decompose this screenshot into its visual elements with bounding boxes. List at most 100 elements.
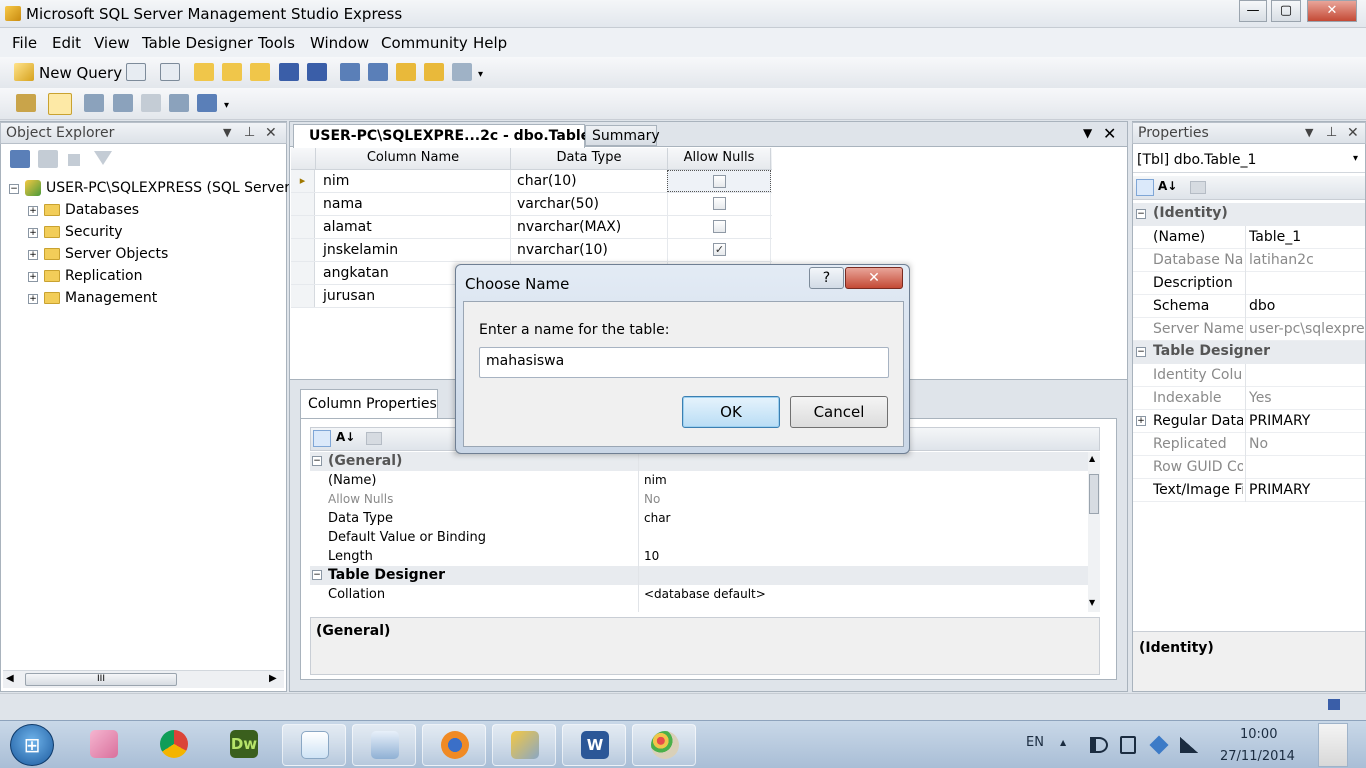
menu-tools[interactable]: Tools	[258, 34, 295, 52]
new-project-icon[interactable]	[160, 63, 180, 81]
property-row[interactable]: Server Name user-pc\sqlexpres	[1133, 318, 1365, 341]
start-button[interactable]: ⊞	[10, 724, 54, 766]
help-button[interactable]: ?	[809, 267, 844, 289]
cell-column-name[interactable]: alamat	[323, 219, 372, 235]
collapse-icon[interactable]: −	[312, 570, 322, 580]
new-file-icon[interactable]	[126, 63, 146, 81]
table-row[interactable]: ▸ nim char(10)	[291, 170, 772, 193]
cell-column-name[interactable]: nama	[323, 196, 363, 212]
collapse-icon[interactable]: −	[9, 184, 19, 194]
clock-date[interactable]: 27/11/2014	[1220, 749, 1295, 764]
property-row[interactable]: Indexable Yes	[1133, 387, 1365, 410]
category-table-designer[interactable]: Table Designer	[1133, 341, 1365, 364]
dialog-close-button[interactable]: ✕	[845, 267, 903, 289]
property-pages-icon[interactable]	[366, 432, 382, 445]
categorized-icon[interactable]	[313, 430, 331, 447]
cell-column-name[interactable]: jurusan	[323, 288, 375, 304]
prop-row-length[interactable]: Length 10	[328, 547, 1088, 566]
solution-explorer-icon[interactable]	[424, 63, 444, 81]
xml-index-icon[interactable]	[169, 94, 189, 112]
table-row[interactable]: jnskelamin nvarchar(10) ✓	[291, 239, 772, 262]
allow-nulls-checkbox[interactable]	[713, 197, 726, 210]
open-file-icon[interactable]	[194, 63, 214, 81]
taskbar-calendar[interactable]	[352, 724, 416, 766]
scroll-right-icon[interactable]: ▶	[269, 673, 277, 684]
toolbar2-overflow-button[interactable]: ▾	[224, 100, 229, 111]
allow-nulls-checkbox[interactable]	[713, 175, 726, 188]
property-row[interactable]: Description	[1133, 272, 1365, 295]
object-explorer-icon[interactable]	[368, 63, 388, 81]
registered-servers-icon[interactable]	[340, 63, 360, 81]
cell-allow-nulls[interactable]	[667, 170, 771, 192]
pin-icon[interactable]: ⊥	[1326, 125, 1337, 140]
tree-node-replication[interactable]: Replication	[65, 268, 142, 284]
scroll-up-icon[interactable]: ▲	[1089, 454, 1095, 463]
expand-icon[interactable]: +	[28, 272, 38, 282]
scroll-thumb[interactable]: III	[25, 673, 177, 686]
allow-nulls-checkbox[interactable]: ✓	[713, 243, 726, 256]
cell-data-type[interactable]: varchar(50)	[510, 193, 667, 215]
table-name-input[interactable]: mahasiswa	[479, 347, 889, 378]
close-window-button[interactable]: ✕	[1307, 0, 1357, 22]
prop-row-default-value[interactable]: Default Value or Binding	[328, 528, 1088, 547]
tab-summary[interactable]: Summary	[585, 125, 660, 146]
show-hidden-icons-icon[interactable]: ▲	[1060, 738, 1066, 747]
scroll-left-icon[interactable]: ◀	[6, 673, 14, 684]
menu-window[interactable]: Window	[310, 34, 369, 52]
row-selector[interactable]	[291, 216, 315, 238]
cell-allow-nulls[interactable]	[667, 216, 771, 238]
language-indicator[interactable]: EN	[1026, 735, 1044, 750]
row-selector[interactable]	[291, 239, 315, 261]
taskbar-chrome[interactable]	[142, 724, 206, 766]
alphabetical-icon[interactable]: A↓	[1158, 179, 1177, 193]
prop-row-collation[interactable]: Collation <database default>	[328, 585, 1088, 604]
expand-icon[interactable]: +	[28, 294, 38, 304]
network-sharing-icon[interactable]	[1149, 735, 1169, 755]
expand-icon[interactable]: +	[28, 250, 38, 260]
category-identity[interactable]: (Identity)	[1133, 203, 1365, 226]
property-pages-icon[interactable]	[1190, 181, 1206, 194]
check-constraints-icon[interactable]	[197, 94, 217, 112]
menu-file[interactable]: File	[12, 34, 37, 52]
menu-edit[interactable]: Edit	[52, 34, 81, 52]
tab-list-dropdown-icon[interactable]: ▼	[1083, 126, 1092, 140]
allow-nulls-checkbox[interactable]	[713, 220, 726, 233]
horizontal-scrollbar[interactable]: ◀ III ▶	[3, 670, 284, 688]
cell-data-type[interactable]: nvarchar(10)	[510, 239, 667, 261]
battery-icon[interactable]	[1120, 736, 1136, 754]
taskbar-folder[interactable]	[72, 724, 136, 766]
save-icon[interactable]	[279, 63, 299, 81]
collapse-icon[interactable]: −	[312, 456, 322, 466]
property-vertical-scrollbar[interactable]: ▲ ▼	[1088, 452, 1100, 612]
tree-node-databases[interactable]: Databases	[65, 202, 139, 218]
prop-row-data-type[interactable]: Data Type char	[328, 509, 1088, 528]
row-selector[interactable]	[291, 285, 315, 307]
ok-button[interactable]: OK	[682, 396, 780, 428]
stop-icon[interactable]	[68, 154, 80, 166]
header-column-name[interactable]: Column Name	[315, 148, 510, 170]
cell-data-type[interactable]: char(10)	[510, 170, 667, 192]
signal-icon[interactable]	[1180, 737, 1198, 753]
taskbar-media[interactable]	[282, 724, 346, 766]
filter-icon[interactable]	[94, 151, 112, 165]
volume-icon[interactable]	[1090, 737, 1108, 753]
generate-script-icon[interactable]	[16, 94, 36, 112]
save-all-icon[interactable]	[307, 63, 327, 81]
menu-table-designer[interactable]: Table Designer	[142, 34, 253, 52]
pin-icon[interactable]: ⊥	[244, 125, 255, 140]
cell-allow-nulls[interactable]	[667, 193, 771, 215]
property-row[interactable]: (Name) Table_1	[1133, 226, 1365, 249]
categorized-icon[interactable]	[1136, 179, 1154, 196]
scroll-down-icon[interactable]: ▼	[1089, 598, 1095, 607]
alphabetical-icon[interactable]: A↓	[336, 430, 355, 444]
menu-community[interactable]: Community	[381, 34, 468, 52]
relationships-icon[interactable]	[84, 94, 104, 112]
header-allow-nulls[interactable]: Allow Nulls	[667, 148, 771, 170]
tab-table-designer[interactable]: USER-PC\SQLEXPRE...2c - dbo.Table_1*	[293, 124, 614, 148]
menu-view[interactable]: View	[94, 34, 130, 52]
tree-node-security[interactable]: Security	[65, 224, 123, 240]
pane-dropdown-icon[interactable]: ▼	[223, 126, 231, 139]
primary-key-icon[interactable]	[48, 93, 72, 115]
cell-data-type[interactable]: nvarchar(MAX)	[510, 216, 667, 238]
pane-dropdown-icon[interactable]: ▼	[1305, 126, 1313, 139]
